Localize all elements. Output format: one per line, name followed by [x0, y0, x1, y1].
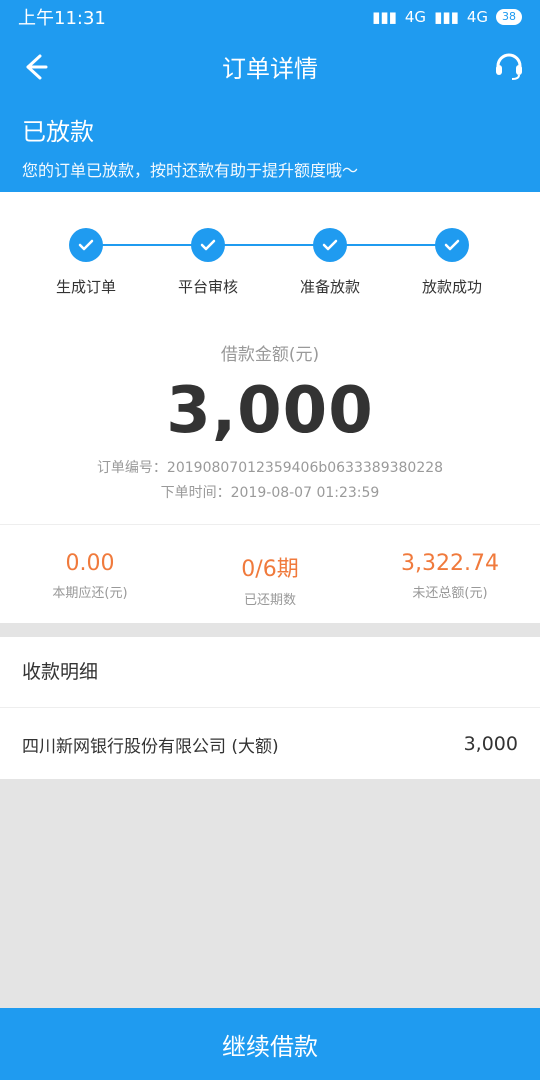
loan-amount: 3,000 [166, 374, 374, 448]
details-title: 收款明细 [0, 637, 540, 708]
step-label: 平台审核 [177, 278, 238, 296]
back-arrow-icon[interactable] [20, 52, 50, 82]
stat-label: 未还总额(元) [412, 586, 488, 601]
step-label: 生成订单 [55, 278, 116, 296]
signal-icon-2: ▮▮▮ [434, 8, 459, 26]
bank-amount: 3,000 [463, 733, 518, 755]
status-banner: 已放款 您的订单已放款，按时还款有助于提升额度哦～ [0, 98, 540, 192]
check-icon [191, 228, 225, 262]
order-time: 下单时间：2019-08-07 01:23:59 [160, 485, 380, 501]
step-disbursement-success: 放款成功 [392, 228, 512, 297]
battery-icon: 38 [496, 9, 522, 25]
network-label-1: 4G [404, 8, 427, 26]
status-time: 上午11:31 [18, 8, 106, 29]
stat-label: 本期应还(元) [52, 586, 128, 601]
status-bar: 上午11:31 ▮▮▮ 4G ▮▮▮ 4G 38 [0, 0, 540, 34]
receipt-details: 收款明细 四川新网银行股份有限公司 (大额) 3,000 [0, 637, 540, 779]
order-summary-card: 生成订单 平台审核 准备放款 放款成功 借款金额(元) 3,000 订单编号：2… [0, 192, 540, 524]
step-generate-order: 生成订单 [26, 228, 146, 297]
stat-value: 3,322.74 [401, 551, 499, 576]
loan-amount-label: 借款金额(元) [220, 345, 320, 365]
stat-value: 0/6期 [241, 557, 299, 582]
stat-paid-periods: 0/6期 已还期数 [180, 525, 360, 623]
network-label-2: 4G [466, 8, 488, 26]
order-number: 订单编号：2019080701235940​6b0633389380228 [96, 460, 444, 476]
customer-service-icon[interactable] [492, 48, 526, 82]
status-icons: ▮▮▮ 4G ▮▮▮ 4G 38 [372, 8, 522, 26]
progress-steps: 生成订单 平台审核 准备放款 放款成功 [26, 228, 514, 308]
continue-borrow-button[interactable]: 继续借款 [0, 1008, 540, 1080]
signal-icon: ▮▮▮ [372, 8, 397, 26]
check-icon [435, 228, 469, 262]
stat-value: 0.00 [65, 551, 115, 576]
stat-current-due: 0.00 本期应还(元) [0, 525, 180, 623]
bank-row: 四川新网银行股份有限公司 (大额) 3,000 [0, 708, 540, 780]
top-navbar: 订单详情 [0, 34, 540, 98]
repayment-stats: 0.00 本期应还(元) 0/6期 已还期数 3,322.74 未还总额(元) [0, 524, 540, 623]
step-label: 放款成功 [421, 278, 482, 296]
banner-title: 已放款 [22, 118, 94, 146]
banner-subtitle: 您的订单已放款，按时还款有助于提升额度哦～ [22, 161, 359, 180]
step-prepare-disbursement: 准备放款 [270, 228, 390, 297]
step-label: 准备放款 [299, 278, 360, 296]
step-platform-review: 平台审核 [148, 228, 268, 297]
check-icon [313, 228, 347, 262]
check-icon [69, 228, 103, 262]
stat-label: 已还期数 [243, 593, 296, 608]
stat-outstanding-total: 3,322.74 未还总额(元) [360, 525, 540, 623]
page-title: 订单详情 [222, 54, 318, 83]
bank-name: 四川新网银行股份有限公司 (大额) [22, 736, 279, 757]
